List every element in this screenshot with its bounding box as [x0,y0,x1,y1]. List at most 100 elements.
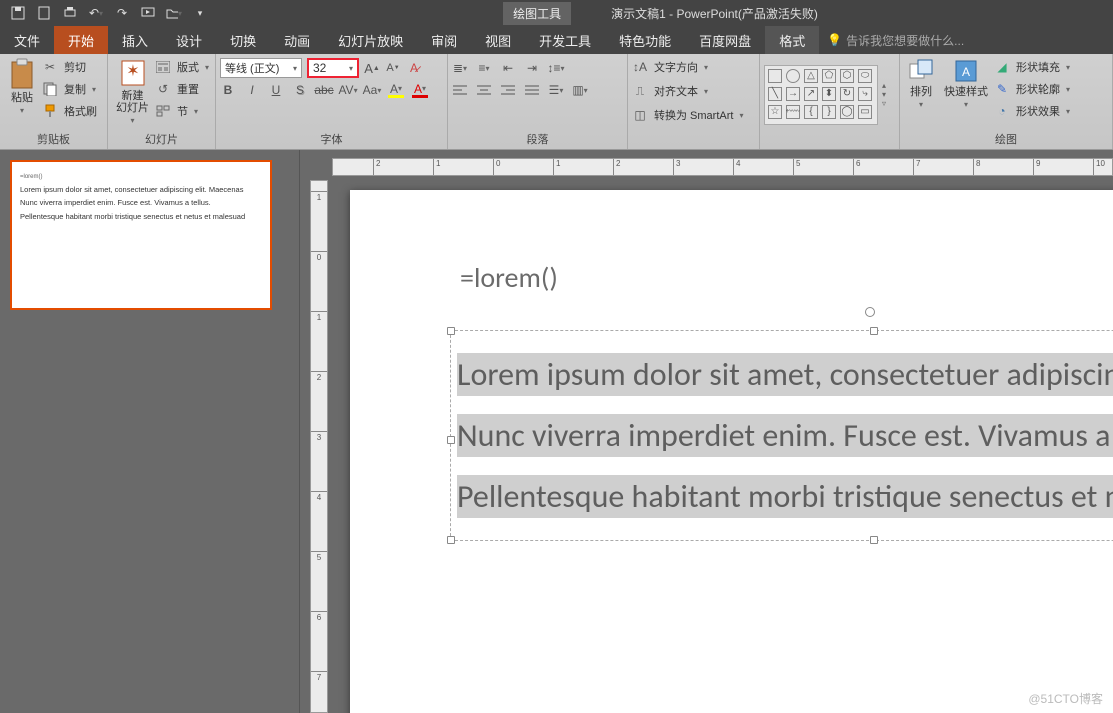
tab-开始[interactable]: 开始 [54,26,108,54]
shapes-gallery[interactable]: △⬠⬡⬭ ╲→↗⬍↻⤷ ☆⬳{}◯▭ [764,65,878,125]
group-label: 段落 [452,129,623,149]
paste-label: 粘贴 [11,92,33,104]
bullets-icon[interactable]: ≣▾ [452,60,468,76]
print-icon[interactable] [62,5,78,21]
tab-切换[interactable]: 切换 [216,26,270,54]
reset-icon: ↺ [155,81,171,97]
spacing-icon[interactable]: AV▾ [340,82,356,98]
gallery-down-icon[interactable]: ▾ [882,90,886,99]
justify-icon[interactable] [524,82,540,98]
thumbnail-panel[interactable]: =lorem() Lorem ipsum dolor sit amet, con… [0,150,300,713]
gallery-more-icon[interactable]: ▿ [882,99,886,108]
new-slide-button[interactable]: ✶ 新建 幻灯片 ▾ [112,56,153,127]
bold-icon[interactable]: B [220,82,236,98]
line-spacing-icon[interactable]: ↕≡▾ [548,60,564,76]
highlight-icon[interactable]: A▾ [388,82,404,98]
slide-edit-area[interactable]: 210123456789101112 1012345678 =lorem() L… [300,150,1113,713]
thumb-line: Lorem ipsum dolor sit amet, consectetuer… [20,183,262,197]
tab-百度网盘[interactable]: 百度网盘 [685,26,765,54]
resize-handle[interactable] [447,436,455,444]
group-label: 字体 [220,129,443,149]
align-right-icon[interactable] [500,82,516,98]
chevron-down-icon: ▾ [130,116,134,125]
gallery-up-icon[interactable]: ▴ [882,81,886,90]
arrange-label: 排列 [910,86,932,98]
paragraph-text[interactable]: Nunc viverra imperdiet enim. Fusce est. … [457,414,1113,457]
increase-font-icon[interactable]: A▲ [364,60,380,76]
paragraph-text[interactable]: Lorem ipsum dolor sit amet, consectetuer… [457,353,1113,396]
new-icon[interactable] [36,5,52,21]
paragraph-text[interactable]: Pellentesque habitant morbi tristique se… [457,475,1113,518]
slide-canvas[interactable]: =lorem() Lorem ipsum dolor sit amet, con… [350,190,1113,713]
qat-more-icon[interactable]: ▾ [192,5,208,21]
increase-indent-icon[interactable]: ⇥ [524,60,540,76]
rotate-handle[interactable] [865,307,875,317]
svg-text:✶: ✶ [126,63,139,80]
tab-格式[interactable]: 格式 [765,26,819,54]
vertical-ruler[interactable]: 1012345678 [310,180,328,713]
bucket-icon: ◢ [994,59,1010,75]
resize-handle[interactable] [447,536,455,544]
align-text-icon: ⎍ [632,83,648,99]
tab-特色功能[interactable]: 特色功能 [605,26,685,54]
chevron-down-icon: ▾ [92,85,96,94]
clear-format-icon[interactable]: A̷ [406,60,422,76]
decrease-font-icon[interactable]: A▼ [385,60,401,76]
align-center-icon[interactable] [476,82,492,98]
resize-handle[interactable] [447,327,455,335]
tab-动画[interactable]: 动画 [270,26,324,54]
font-size-combo[interactable]: 32▾ [307,58,359,78]
title-bar: ↶▾ ↷ ▾ ▾ 绘图工具 演示文稿1 - PowerPoint(产品激活失败) [0,0,1113,26]
scissors-icon: ✂ [42,59,58,75]
change-case-icon[interactable]: Aa▾ [364,82,380,98]
align-text-button[interactable]: ⎍对齐文本▾ [632,80,743,102]
tab-视图[interactable]: 视图 [471,26,525,54]
slide-title-text[interactable]: =lorem() [460,260,558,295]
slide-thumbnail[interactable]: =lorem() Lorem ipsum dolor sit amet, con… [10,160,272,310]
undo-icon[interactable]: ↶▾ [88,5,104,21]
strike-icon[interactable]: abc [316,82,332,98]
tab-文件[interactable]: 文件 [0,26,54,54]
save-icon[interactable] [10,5,26,21]
quick-styles-button[interactable]: A 快速样式▾ [940,56,992,111]
shape-fill-button[interactable]: ◢形状填充▾ [994,56,1070,78]
chevron-down-icon: ▾ [293,64,297,73]
shadow-icon[interactable]: S [292,82,308,98]
content-placeholder[interactable]: Lorem ipsum dolor sit amet, consectetuer… [450,330,1113,541]
cut-button[interactable]: ✂剪切 [42,56,97,78]
align-left-icon[interactable] [452,82,468,98]
resize-handle[interactable] [870,536,878,544]
paste-button[interactable]: 粘贴 ▾ [4,56,40,117]
redo-icon[interactable]: ↷ [114,5,130,21]
decrease-indent-icon[interactable]: ⇤ [500,60,516,76]
italic-icon[interactable]: I [244,82,260,98]
horizontal-ruler[interactable]: 210123456789101112 [332,158,1113,176]
text-direction-button[interactable]: ↕A文字方向▾ [632,56,743,78]
smartart-button[interactable]: ◫转换为 SmartArt▾ [632,104,743,126]
tab-审阅[interactable]: 审阅 [417,26,471,54]
resize-handle[interactable] [870,327,878,335]
numbering-icon[interactable]: ≡▾ [476,60,492,76]
font-color-icon[interactable]: A▾ [412,82,428,98]
slideshow-icon[interactable] [140,5,156,21]
underline-icon[interactable]: U [268,82,284,98]
reset-button[interactable]: ↺重置 [155,78,209,100]
layout-button[interactable]: 版式▾ [155,56,209,78]
tab-设计[interactable]: 设计 [162,26,216,54]
tab-插入[interactable]: 插入 [108,26,162,54]
open-icon[interactable]: ▾ [166,5,182,21]
format-painter-button[interactable]: 格式刷 [42,100,97,122]
section-button[interactable]: 节▾ [155,100,209,122]
arrange-button[interactable]: 排列▾ [904,56,938,111]
columns-icon[interactable]: ▥▾ [572,82,588,98]
copy-button[interactable]: 复制▾ [42,78,97,100]
shape-outline-button[interactable]: ✎形状轮廓▾ [994,78,1070,100]
text-direction-icon: ↕A [632,59,648,75]
tab-开发工具[interactable]: 开发工具 [525,26,605,54]
tell-me-search[interactable]: 💡告诉我您想要做什么... [819,26,1113,54]
font-name-combo[interactable]: 等线 (正文)▾ [220,58,302,78]
shape-effects-button[interactable]: ◔形状效果▾ [994,100,1070,122]
group-label: 幻灯片 [112,129,211,149]
distribute-icon[interactable]: ☰▾ [548,82,564,98]
tab-幻灯片放映[interactable]: 幻灯片放映 [324,26,417,54]
